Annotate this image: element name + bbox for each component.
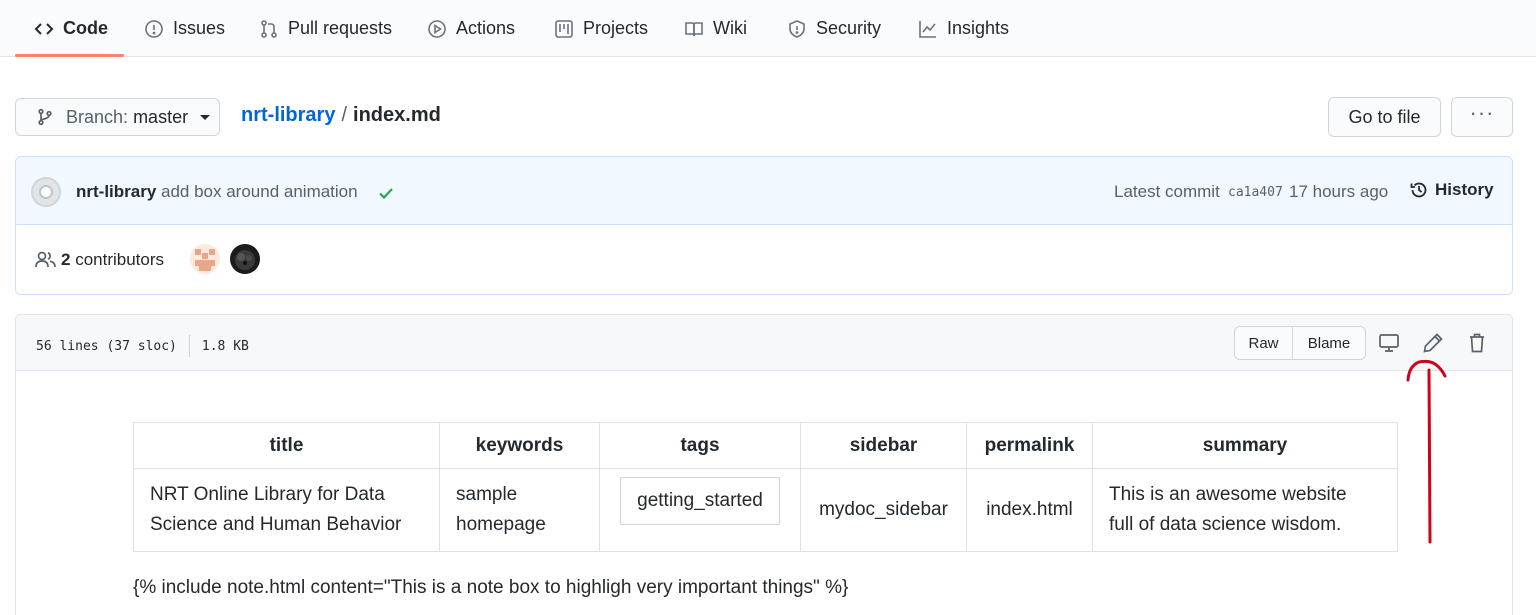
tab-actions[interactable]: Actions [427,0,515,57]
pencil-icon[interactable] [1421,331,1445,355]
avatar[interactable] [31,177,61,207]
tab-insights-label: Insights [947,18,1010,38]
file-info: 56 lines (37 sloc) 1.8 KB [36,335,249,357]
table-cell-title: NRT Online Library for Data Science and H… [133,468,440,552]
issue-opened-icon [145,19,163,38]
tab-insights[interactable]: Insights [918,0,1009,57]
tab-security-label: Security [816,18,882,38]
contributors-row: 2 contributors [16,225,1512,294]
repo-nav: Code Issues Pull requests Actions Projec… [0,0,1536,57]
tab-pull-requests[interactable]: Pull requests [259,0,392,57]
table-header: title [133,422,440,469]
blame-button[interactable]: Blame [1293,327,1365,359]
tab-projects-label: Projects [583,18,649,38]
people-icon [35,251,56,268]
tab-issues[interactable]: Issues [144,0,225,57]
commit-time: 17 hours ago [1289,182,1389,201]
table-header-row: title keywords tags sidebar permalink su… [133,422,1398,469]
git-pull-request-icon [261,19,277,38]
table-cell-tags: getting_started [599,468,801,552]
file-lines: 56 lines (37 sloc) [36,338,177,354]
contributor-avatar-1[interactable] [190,244,220,274]
red-arrow-annotation [1406,359,1447,544]
commit-author-link[interactable]: nrt-library [76,182,156,202]
tab-security[interactable]: Security [787,0,881,57]
desktop-icon[interactable] [1377,331,1401,355]
markdown-include-line: {% include note.html content="This is a … [133,577,849,598]
branch-label: Branch: [66,106,129,127]
file-view-button-group: Raw Blame [1234,326,1366,360]
file-box: 56 lines (37 sloc) 1.8 KB Raw Blame titl… [15,314,1513,615]
table-cell-keywords: sample homepage [439,468,600,552]
tab-wiki[interactable]: Wiki [684,0,747,57]
table-header: summary [1092,422,1398,469]
table-header: permalink [966,422,1093,469]
breadcrumb-repo-link[interactable]: nrt-library [241,104,335,126]
table-header: tags [599,422,801,469]
tag-box: getting_started [620,477,780,525]
frontmatter-table: title keywords tags sidebar permalink su… [133,422,1398,552]
breadcrumb-separator: / [341,104,348,126]
tab-actions-label: Actions [456,18,516,38]
breadcrumb-file: index.md [353,104,441,126]
history-link[interactable]: History [1409,180,1494,200]
commit-box: nrt-library add box around animation Lat… [15,156,1513,295]
contributors-label: contributors [75,250,165,269]
check-icon[interactable] [377,184,395,202]
raw-button[interactable]: Raw [1235,327,1293,359]
latest-commit-bar: nrt-library add box around animation Lat… [16,157,1512,225]
branch-name: master [133,106,189,127]
commit-message-link[interactable]: add box around animation [161,182,358,202]
contributor-avatar-2[interactable] [230,244,260,274]
tab-code-label: Code [63,18,108,38]
shield-icon [789,19,805,38]
commit-sha-link[interactable]: ca1a407 [1228,185,1283,200]
tab-pull-requests-label: Pull requests [288,18,393,38]
table-cell-sidebar: mydoc_sidebar [800,468,967,552]
branch-select-button[interactable]: Branch: master [15,98,220,136]
tab-issues-label: Issues [173,18,226,38]
git-branch-icon [38,108,52,126]
tab-wiki-label: Wiki [713,18,747,38]
table-row: NRT Online Library for Data Science and H… [133,468,1398,552]
breadcrumb: nrt-library / index.md [241,104,441,127]
tab-projects[interactable]: Projects [554,0,648,57]
table-cell-permalink: index.html [966,468,1093,552]
graph-icon [919,20,936,38]
history-icon [1410,182,1427,198]
more-options-button[interactable]: ··· [1451,97,1513,137]
dog-photo-image [235,250,255,270]
selected-tab-underline [15,54,124,57]
contributors-link[interactable]: 2 contributors [61,250,164,270]
code-icon [34,22,54,35]
contributors-count: 2 [61,250,71,269]
play-icon [428,19,446,38]
book-icon [685,21,703,36]
table-header: sidebar [800,422,967,469]
history-label: History [1435,180,1494,199]
table-cell-summary: This is an awesome website full of data s… [1092,468,1398,552]
file-header: 56 lines (37 sloc) 1.8 KB Raw Blame [16,315,1512,371]
table-header: keywords [439,422,600,469]
caret-down-icon [200,114,211,120]
file-size: 1.8 KB [201,338,249,354]
divider [188,335,190,357]
go-to-file-button[interactable]: Go to file [1328,97,1441,137]
latest-commit-label: Latest commit [1114,182,1220,201]
tab-code[interactable]: Code [34,0,108,57]
project-icon [555,19,573,38]
trash-icon[interactable] [1465,331,1489,355]
identicon-image [195,249,215,271]
